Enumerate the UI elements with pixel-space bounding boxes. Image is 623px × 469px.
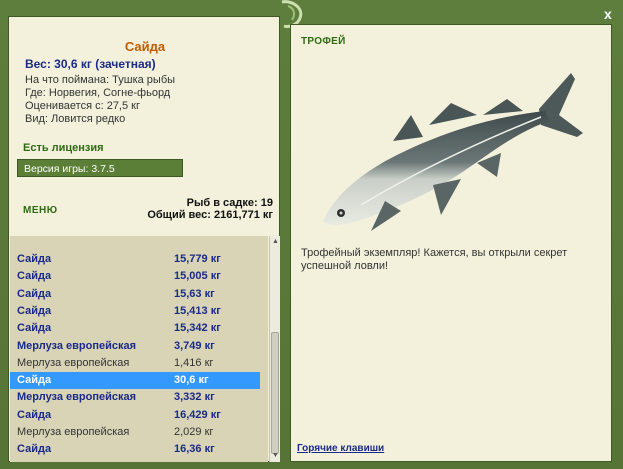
- scroll-thumb[interactable]: [271, 332, 279, 454]
- catch-fish-weight: 16,429 кг: [174, 408, 221, 421]
- trophy-message: Трофейный экземпляр! Кажется, вы открыли…: [301, 247, 568, 272]
- info-rating: Оценивается с: 27,5 кг: [25, 100, 140, 112]
- catch-list-row[interactable]: Мерлуза европейская 3,749 кг: [10, 338, 260, 355]
- catch-list-row[interactable]: Сайда 15,63 кг: [10, 286, 260, 303]
- catch-fish-name: Мерлуза европейская: [17, 339, 137, 352]
- fish-picture: [323, 73, 583, 231]
- catch-fish-weight: 3,332 кг: [174, 391, 215, 404]
- catch-fish-weight: 2,029 кг: [174, 426, 214, 438]
- catch-fish-name: Сайда: [17, 287, 52, 300]
- catch-fish-name: Сайда: [17, 443, 52, 456]
- catch-fish-weight: 3,749 кг: [174, 339, 215, 352]
- info-rarity: Вид: Ловится редко: [25, 113, 126, 125]
- catch-list-row[interactable]: Мерлуза европейская 2,029 кг: [10, 424, 260, 441]
- catch-list-row[interactable]: Сайда 15,779 кг: [10, 251, 260, 268]
- catch-fish-name: Сайда: [17, 374, 52, 387]
- catch-fish-name: Сайда: [17, 270, 52, 283]
- fish-weight: Вес: 30,6 кг (зачетная): [25, 57, 156, 71]
- close-icon[interactable]: x: [604, 6, 612, 22]
- catch-fish-name: Сайда: [17, 304, 52, 317]
- catch-list-row[interactable]: Сайда 30,6 кг: [10, 372, 260, 390]
- catch-fish-name: Сайда: [17, 253, 52, 265]
- catch-fish-weight: 15,63 кг: [174, 287, 215, 300]
- catch-list-row[interactable]: Сайда 16,429 кг: [10, 407, 260, 424]
- fish-info-panel: Сайда Вес: 30,6 кг (зачетная) На что пой…: [8, 16, 280, 462]
- catch-fish-name: Сайда: [17, 322, 52, 335]
- catch-list-row[interactable]: Сайда 15,413 кг: [10, 303, 260, 320]
- info-location: Где: Норвегия, Согне-фьорд: [25, 87, 171, 99]
- catch-fish-name: Сайда: [17, 408, 52, 421]
- catch-list-row[interactable]: Сайда 15,342 кг: [10, 320, 260, 337]
- keepnet-total-weight: Общий вес: 2161,771 кг: [147, 209, 273, 221]
- catch-list-row[interactable]: Сайда 16,36 кг: [10, 441, 260, 458]
- keepnet-count: Рыб в садке: 19: [186, 197, 273, 209]
- menu-button[interactable]: МЕНЮ: [23, 205, 58, 216]
- fish-name: Сайда: [124, 39, 166, 54]
- catch-fish-weight: 15,413 кг: [174, 304, 221, 317]
- scroll-down-icon[interactable]: ▼: [271, 451, 280, 461]
- catch-fish-weight: 16,36 кг: [174, 443, 215, 456]
- trophy-panel: ТРОФЕЙ Трофейный экземпляр! Кажется, вы …: [290, 24, 612, 462]
- catch-fish-name: Мерлуза европейская: [17, 391, 137, 404]
- hotkeys-link[interactable]: Горячие клавиши: [297, 443, 384, 454]
- keepnet-summary: Рыб в садке: 19 Общий вес: 2161,771 кг: [147, 197, 273, 221]
- scroll-up-icon[interactable]: ▲: [271, 237, 280, 247]
- catch-list[interactable]: Сайда 15,779 кг Сайда 15,005 кг Сайда 15,63 к…: [10, 236, 268, 462]
- version-bar: Версия игры: 3.7.5: [17, 159, 183, 177]
- catch-fish-weight: 15,342 кг: [174, 322, 221, 335]
- catch-fish-weight: 1,416 кг: [174, 356, 214, 369]
- catch-list-row[interactable]: Мерлуза европейская 1,416 кг: [10, 355, 260, 372]
- catch-fish-weight: 15,779 кг: [174, 253, 221, 265]
- info-bait: На что поймана: Тушка рыбы: [25, 74, 176, 86]
- catch-fish-name: Мерлуза европейская: [17, 356, 130, 369]
- catch-fish-name: Мерлуза европейская: [17, 426, 130, 438]
- catch-list-row[interactable]: Сайда 15,005 кг: [10, 268, 260, 285]
- catch-list-row[interactable]: Мерлуза европейская 3,332 кг: [10, 389, 260, 406]
- license-status: Есть лицензия: [23, 142, 104, 154]
- catch-list-scrollbar[interactable]: ▲ ▼: [269, 236, 280, 462]
- catch-fish-weight: 15,005 кг: [174, 270, 221, 283]
- catch-fish-weight: 30,6 кг: [174, 374, 209, 387]
